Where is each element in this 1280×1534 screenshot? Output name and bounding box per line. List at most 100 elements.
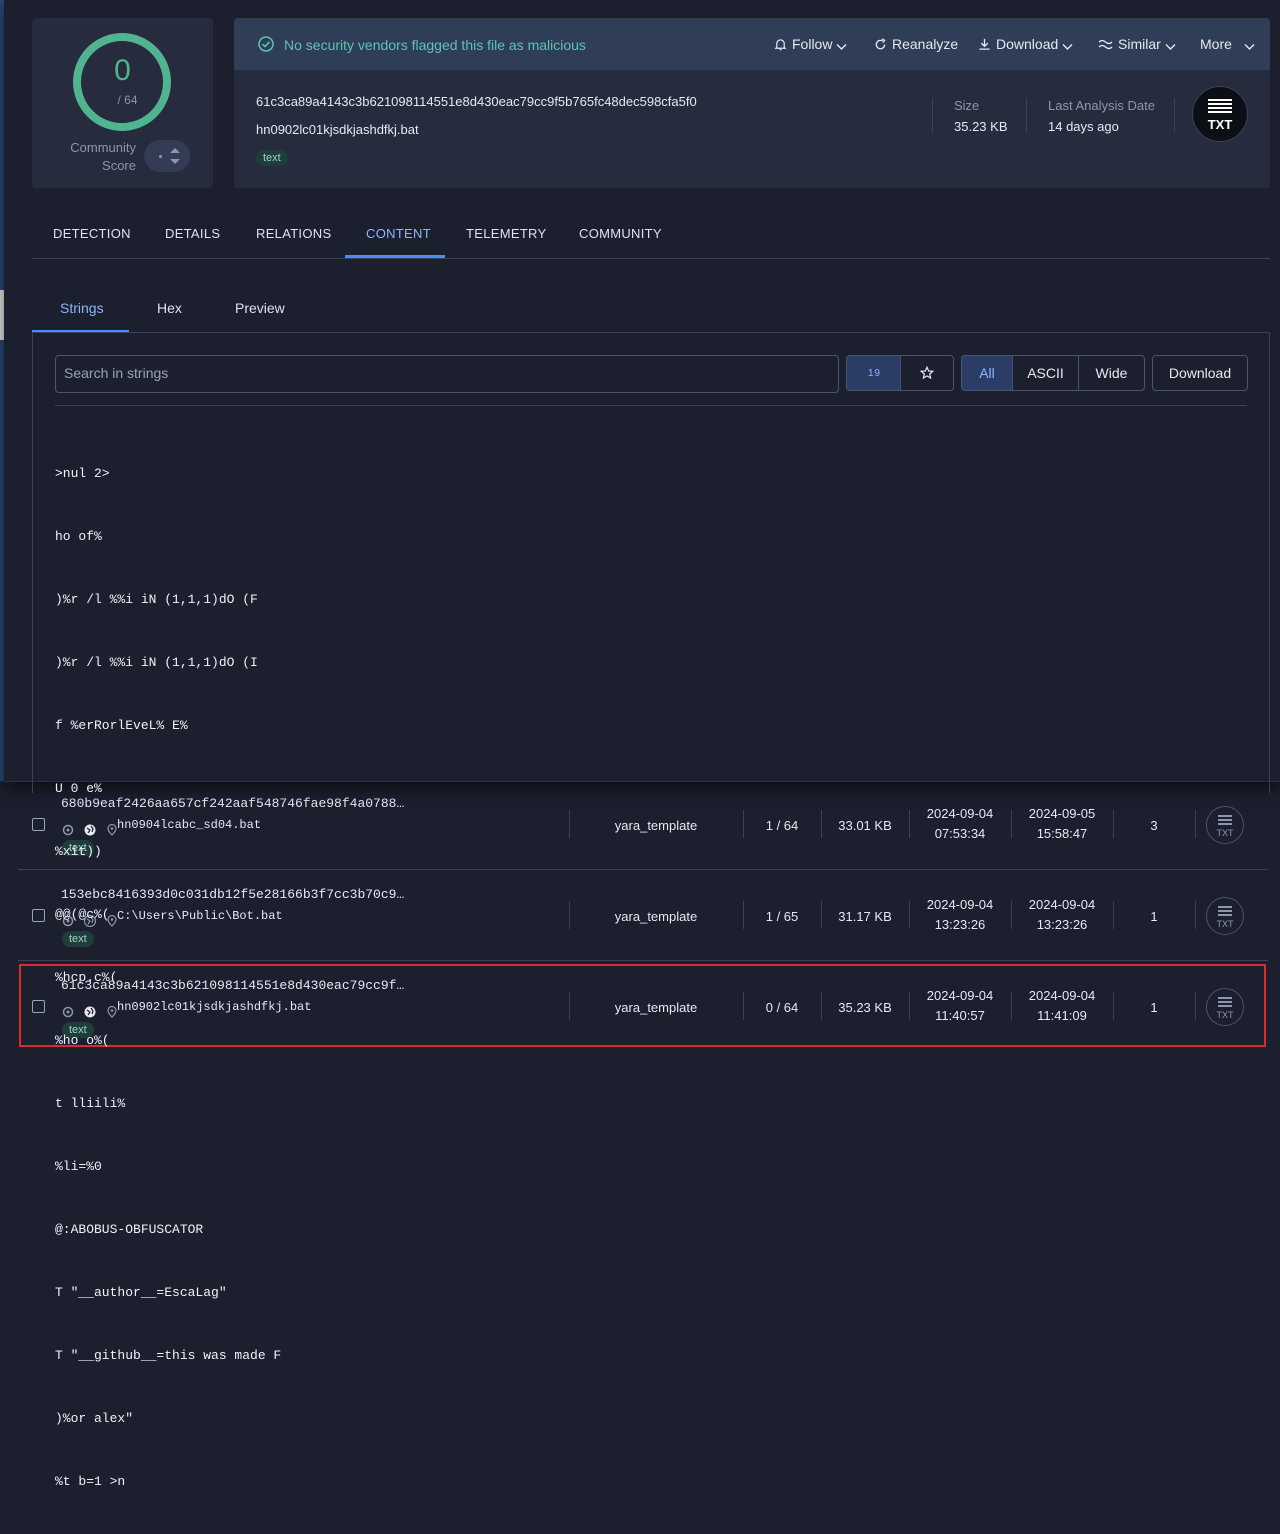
- string-line: @@(@c%(: [55, 907, 110, 922]
- favorite-button[interactable]: [900, 355, 954, 391]
- row-count: 3: [1150, 818, 1158, 833]
- string-line: %ho o%(: [55, 1033, 110, 1048]
- column-divider: [569, 810, 570, 838]
- main-tabs: DETECTION DETAILS RELATIONS CONTENT TELE…: [32, 218, 1270, 259]
- row-size: 31.17 KB: [838, 909, 892, 924]
- file-hash[interactable]: 61c3ca89a4143c3b621098114551e8d430eac79c…: [256, 94, 697, 109]
- column-divider: [743, 810, 744, 838]
- tab-detection[interactable]: DETECTION: [53, 226, 131, 241]
- detection-score: 0: [114, 54, 131, 87]
- filter-ascii-button[interactable]: ASCII: [1012, 355, 1079, 391]
- txt-file-icon[interactable]: TXT: [1206, 897, 1244, 935]
- chevron-down-icon: [1244, 44, 1255, 50]
- string-line: %xit)): [55, 844, 102, 859]
- community-vote-control[interactable]: [144, 140, 190, 172]
- string-line: )%or alex": [55, 1411, 134, 1426]
- subtab-hex[interactable]: Hex: [157, 300, 182, 316]
- vote-down-icon[interactable]: [170, 159, 180, 164]
- community-score-label: Community Score: [70, 140, 136, 173]
- row-detections: 1 / 64: [765, 818, 799, 833]
- sort-numeric-button[interactable]: 1 9: [846, 355, 901, 391]
- file-type-tag[interactable]: text: [256, 150, 288, 166]
- sort-icon: 1 9: [868, 367, 880, 379]
- string-line: f %erRorlEveL% E%: [55, 718, 188, 733]
- file-header-card: No security vendors flagged this file as…: [234, 18, 1270, 188]
- column-divider: [1011, 810, 1012, 838]
- tab-telemetry[interactable]: TELEMETRY: [466, 226, 546, 241]
- last-analysis-value: 14 days ago: [1048, 119, 1119, 134]
- divider: [1174, 98, 1175, 132]
- string-line: @:ABOBUS-OBFUSCATOR: [55, 1222, 204, 1237]
- tab-details[interactable]: DETAILS: [165, 226, 220, 241]
- row-rule[interactable]: yara_template: [596, 818, 716, 833]
- tab-community[interactable]: COMMUNITY: [579, 226, 662, 241]
- column-divider: [743, 901, 744, 929]
- filter-wide-button[interactable]: Wide: [1078, 355, 1145, 391]
- subtab-strings[interactable]: Strings: [60, 300, 104, 316]
- follow-button[interactable]: Follow: [774, 36, 847, 52]
- string-line: >nul 2>: [55, 466, 110, 481]
- txt-file-icon[interactable]: TXT: [1206, 806, 1244, 844]
- column-divider: [909, 901, 910, 929]
- tab-content[interactable]: CONTENT: [366, 226, 431, 241]
- detection-total: / 64: [117, 93, 138, 107]
- detection-score-card: 0 / 64 Community Score: [32, 18, 213, 188]
- row-count: 1: [1150, 909, 1158, 924]
- string-line: )%r /l %%i iN (1,1,1)dO (I: [55, 655, 258, 670]
- size-value: 35.23 KB: [954, 119, 1008, 134]
- divider: [932, 98, 933, 132]
- column-divider: [1195, 901, 1196, 929]
- strings-list: >nul 2> ho of% )%r /l %%i iN (1,1,1)dO (…: [55, 421, 281, 1534]
- file-report-window: 0 / 64 Community Score No security vendo…: [4, 0, 1280, 1489]
- check-circle-icon: [258, 36, 274, 55]
- column-divider: [909, 810, 910, 838]
- reanalyze-button[interactable]: Reanalyze: [874, 36, 958, 52]
- string-line: U 0 e%: [55, 781, 102, 796]
- row-rule[interactable]: yara_template: [596, 909, 716, 924]
- download-strings-button[interactable]: Download: [1152, 355, 1248, 391]
- row-checkbox[interactable]: [32, 818, 45, 831]
- refresh-icon: [875, 38, 886, 50]
- size-label: Size: [954, 98, 980, 113]
- string-line: %t b=1 >n: [55, 1474, 126, 1489]
- similar-button[interactable]: Similar: [1098, 36, 1176, 52]
- row-first-seen: 2024-09-04 07:53:34: [926, 806, 994, 841]
- string-line: %li=%0: [55, 1159, 102, 1174]
- file-name: hn0902lc01kjsdkjashdfkj.bat: [256, 122, 419, 137]
- string-line: t lliili%: [55, 1096, 126, 1111]
- row-first-seen: 2024-09-04 13:23:26: [926, 897, 994, 932]
- column-divider: [1195, 810, 1196, 838]
- tab-relations[interactable]: RELATIONS: [256, 226, 331, 241]
- subtab-preview[interactable]: Preview: [235, 300, 285, 316]
- column-divider: [1113, 810, 1114, 838]
- row-detections: 1 / 65: [765, 909, 799, 924]
- status-banner: No security vendors flagged this file as…: [234, 18, 1270, 70]
- filter-all-button[interactable]: All: [961, 355, 1013, 391]
- string-line: )%r /l %%i iN (1,1,1)dO (F: [55, 592, 258, 607]
- column-divider: [569, 901, 570, 929]
- status-message: No security vendors flagged this file as…: [284, 37, 586, 53]
- strings-search-box[interactable]: [55, 355, 839, 393]
- txt-file-icon: TXT: [1192, 86, 1248, 142]
- string-line: ho of%: [55, 529, 102, 544]
- more-button[interactable]: More: [1200, 36, 1255, 52]
- row-last-seen: 2024-09-05 15:58:47: [1028, 806, 1096, 841]
- row-size: 33.01 KB: [838, 818, 892, 833]
- last-analysis-label: Last Analysis Date: [1048, 98, 1155, 113]
- row-last-seen: 2024-09-04 13:23:26: [1028, 897, 1096, 932]
- vote-up-icon[interactable]: [170, 148, 180, 153]
- bell-icon: [774, 39, 787, 51]
- divider: [55, 405, 1247, 406]
- chevron-down-icon: [1165, 44, 1176, 50]
- row-checkbox[interactable]: [32, 909, 45, 922]
- string-line: T "__author__=EscaLag": [55, 1285, 227, 1300]
- star-icon: [920, 366, 934, 380]
- similar-icon: [1098, 39, 1113, 50]
- download-button[interactable]: Download: [978, 36, 1073, 52]
- strings-panel: 1 9 All ASCII Wide Download >nul 2> ho o…: [32, 332, 1270, 1489]
- divider: [1026, 98, 1027, 132]
- search-input[interactable]: [56, 356, 832, 390]
- column-divider: [1011, 901, 1012, 929]
- string-line: %hcp.c%(: [55, 970, 118, 985]
- string-line: T "__github__=this was made F: [55, 1348, 282, 1363]
